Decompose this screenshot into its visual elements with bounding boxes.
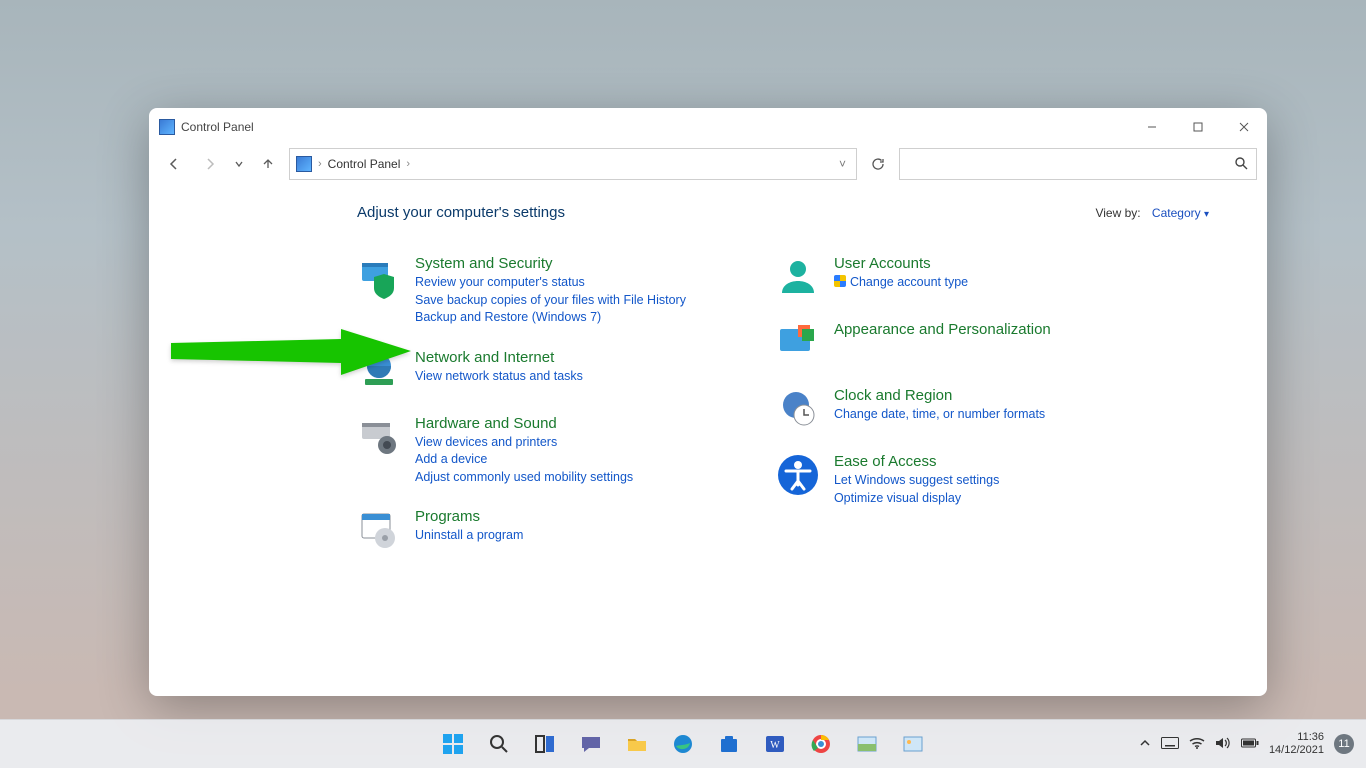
category-link[interactable]: Optimize visual display (834, 490, 999, 508)
view-by-label: View by: (1095, 206, 1140, 220)
address-bar[interactable]: › Control Panel › ˅ (289, 148, 857, 180)
system-security-icon (357, 255, 401, 299)
category-network-and-internet[interactable]: Network and Internet View network status… (357, 349, 686, 393)
recent-locations-button[interactable] (231, 149, 247, 179)
chat-button[interactable] (573, 726, 609, 762)
control-panel-icon (159, 119, 175, 135)
breadcrumb-separator: › (318, 158, 322, 170)
window-title: Control Panel (181, 120, 254, 134)
category-title[interactable]: User Accounts (834, 255, 968, 272)
view-by-selector[interactable]: View by: Category ▾ (1095, 206, 1209, 220)
taskbar-search-button[interactable] (481, 726, 517, 762)
ease-of-access-icon (776, 453, 820, 497)
search-box[interactable] (899, 148, 1257, 180)
category-link[interactable]: View network status and tasks (415, 368, 583, 386)
svg-text:W: W (770, 740, 780, 751)
edge-button[interactable] (665, 726, 701, 762)
chevron-down-icon: ▾ (1204, 209, 1209, 220)
breadcrumb-control-panel[interactable]: Control Panel (328, 157, 401, 171)
pinned-app-button[interactable] (849, 726, 885, 762)
file-explorer-button[interactable] (619, 726, 655, 762)
category-link[interactable]: Adjust commonly used mobility settings (415, 469, 633, 487)
category-column-left: System and Security Review your computer… (357, 255, 686, 574)
category-link[interactable]: Change account type (834, 274, 968, 292)
category-title[interactable]: System and Security (415, 255, 686, 272)
category-link[interactable]: Let Windows suggest settings (834, 472, 999, 490)
category-system-and-security[interactable]: System and Security Review your computer… (357, 255, 686, 327)
chrome-button[interactable] (803, 726, 839, 762)
category-link[interactable]: Add a device (415, 451, 633, 469)
up-button[interactable] (253, 149, 283, 179)
category-programs[interactable]: Programs Uninstall a program (357, 508, 686, 552)
hardware-sound-icon (357, 415, 401, 459)
category-title[interactable]: Appearance and Personalization (834, 321, 1051, 338)
page-title: Adjust your computer's settings (357, 204, 565, 221)
back-button[interactable] (159, 149, 189, 179)
forward-button[interactable] (195, 149, 225, 179)
category-link[interactable]: Uninstall a program (415, 527, 523, 545)
content-pane: Adjust your computer's settings View by:… (149, 182, 1267, 696)
category-hardware-and-sound[interactable]: Hardware and Sound View devices and prin… (357, 415, 686, 487)
maximize-button[interactable] (1175, 108, 1221, 146)
view-by-mode: Category (1152, 206, 1201, 220)
task-view-button[interactable] (527, 726, 563, 762)
uac-shield-icon (834, 275, 846, 287)
start-button[interactable] (435, 726, 471, 762)
search-input[interactable] (908, 156, 1234, 172)
tray-chevron-icon[interactable] (1139, 737, 1151, 752)
pinned-app-button[interactable] (895, 726, 931, 762)
category-user-accounts[interactable]: User Accounts Change account type (776, 255, 1051, 299)
category-clock-and-region[interactable]: Clock and Region Change date, time, or n… (776, 387, 1051, 431)
volume-icon[interactable] (1215, 736, 1231, 753)
category-title[interactable]: Programs (415, 508, 523, 525)
programs-icon (357, 508, 401, 552)
taskbar-clock[interactable]: 11:36 14/12/2021 (1269, 731, 1324, 757)
search-icon (1234, 156, 1248, 173)
taskbar: W 11:36 14/12/2021 11 (0, 719, 1366, 768)
category-link[interactable]: Save backup copies of your files with Fi… (415, 292, 686, 310)
category-title[interactable]: Clock and Region (834, 387, 1045, 404)
titlebar: Control Panel (149, 108, 1267, 146)
category-link[interactable]: Backup and Restore (Windows 7) (415, 309, 686, 327)
keyboard-icon[interactable] (1161, 737, 1179, 752)
category-title[interactable]: Network and Internet (415, 349, 583, 366)
address-history-button[interactable]: ˅ (835, 157, 850, 171)
battery-icon[interactable] (1241, 737, 1259, 752)
category-link[interactable]: View devices and printers (415, 434, 633, 452)
refresh-button[interactable] (863, 149, 893, 179)
breadcrumb-separator: › (406, 158, 410, 170)
category-title[interactable]: Ease of Access (834, 453, 999, 470)
category-appearance-and-personalization[interactable]: Appearance and Personalization (776, 321, 1051, 365)
address-bar-icon (296, 156, 312, 172)
control-panel-window: Control Panel › Control Panel › (149, 108, 1267, 696)
clock-region-icon (776, 387, 820, 431)
notification-count-badge[interactable]: 11 (1334, 734, 1354, 754)
wifi-icon[interactable] (1189, 737, 1205, 752)
store-button[interactable] (711, 726, 747, 762)
navigation-row: › Control Panel › ˅ (149, 146, 1267, 182)
close-button[interactable] (1221, 108, 1267, 146)
category-link[interactable]: Change date, time, or number formats (834, 406, 1045, 424)
category-column-right: User Accounts Change account type (776, 255, 1051, 574)
clock-date: 14/12/2021 (1269, 744, 1324, 757)
word-button[interactable]: W (757, 726, 793, 762)
user-accounts-icon (776, 255, 820, 299)
clock-time: 11:36 (1269, 731, 1324, 744)
taskbar-center: W (435, 726, 931, 762)
network-internet-icon (357, 349, 401, 393)
category-title[interactable]: Hardware and Sound (415, 415, 633, 432)
category-ease-of-access[interactable]: Ease of Access Let Windows suggest setti… (776, 453, 1051, 507)
appearance-icon (776, 321, 820, 365)
category-link[interactable]: Review your computer's status (415, 274, 686, 292)
minimize-button[interactable] (1129, 108, 1175, 146)
system-tray: 11:36 14/12/2021 11 (1139, 731, 1366, 757)
